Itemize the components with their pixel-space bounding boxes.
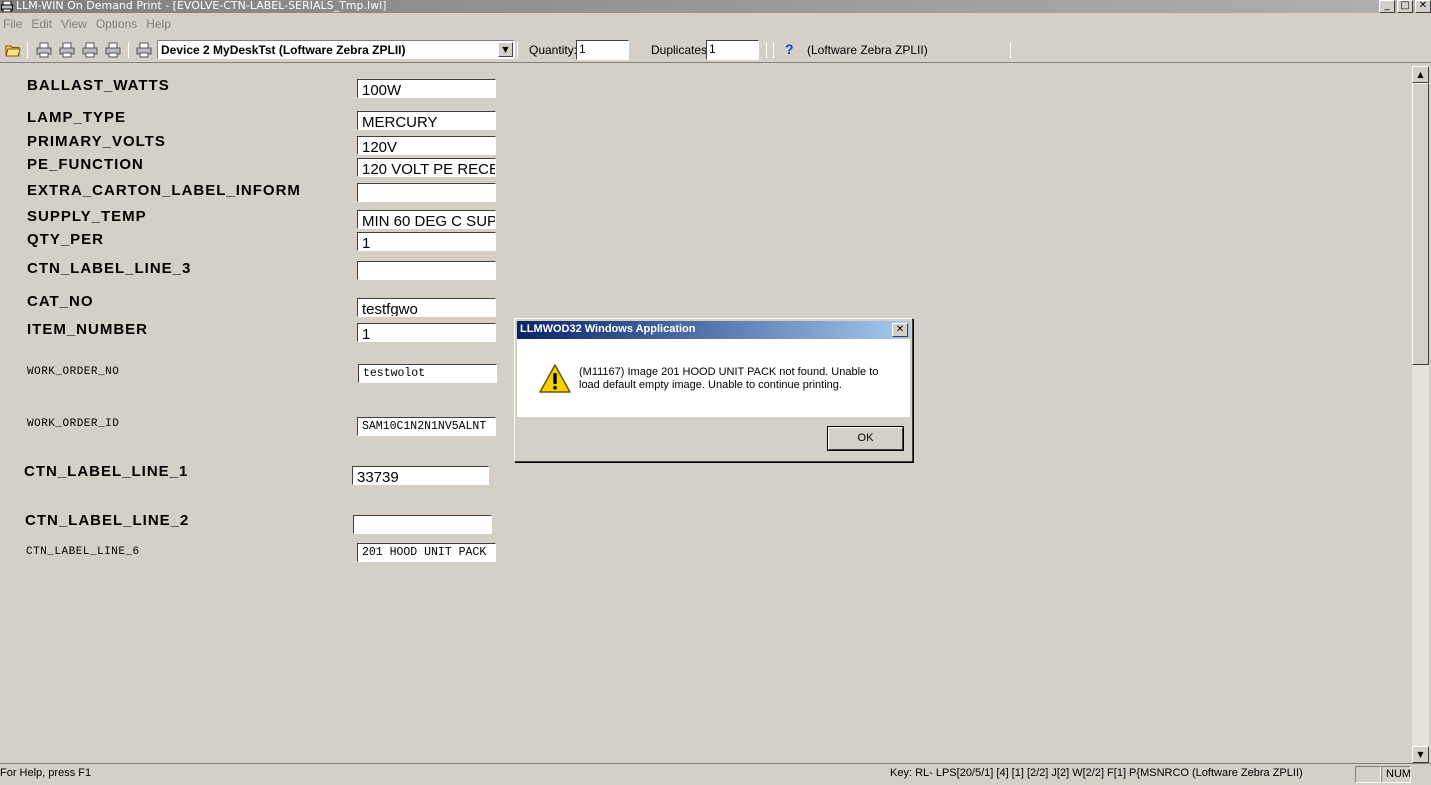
app-printer-icon [1,1,13,12]
field-input-ballast-watts[interactable]: 100W [357,79,496,98]
menu-edit[interactable]: Edit [28,17,58,31]
print-preview-icon[interactable] [105,42,121,58]
chevron-down-icon[interactable]: ▼ [498,42,513,57]
printer-info: (Loftware Zebra ZPLII) [807,43,928,57]
print-queue-icon[interactable] [82,42,98,58]
close-button[interactable]: ✕ [1415,0,1431,13]
device-dropdown[interactable]: Device 2 MyDeskTst (Loftware Zebra ZPLII… [157,40,515,59]
dialog-body: (M11167) Image 201 HOOD UNIT PACK not fo… [517,339,910,417]
field-input-item-number[interactable]: 1 [357,323,496,342]
menu-bar: File Edit View Options Help [0,14,1431,34]
printer-setup-icon[interactable] [136,42,152,58]
dialog-title: LLMWOD32 Windows Application [520,323,696,335]
field-input-lamp-type[interactable]: MERCURY [357,111,496,130]
field-label-cat-no: CAT_NO [27,293,94,310]
toolbar-separator [27,42,28,58]
field-input-work-order-id[interactable]: SAM10C1N2N1NV5ALNT [357,417,496,436]
field-input-ctn-label-line-6[interactable]: 201 HOOD UNIT PACK [357,543,496,562]
menu-options[interactable]: Options [93,17,143,31]
field-label-work-order-id: WORK_ORDER_ID [27,418,120,430]
quantity-input[interactable]: 1 [576,40,629,60]
device-dropdown-value: Device 2 MyDeskTst (Loftware Zebra ZPLII… [161,43,406,57]
vertical-scrollbar[interactable]: ▲ ▼ [1412,66,1429,763]
scrollbar-thumb[interactable] [1412,83,1429,365]
menu-file[interactable]: File [0,17,28,31]
field-label-extra-carton-label-inform: EXTRA_CARTON_LABEL_INFORM [27,182,301,199]
status-key-text: Key: RL- LPS[20/5/1] [4] [1] [2/2] J[2] … [890,767,1303,779]
open-folder-icon[interactable] [5,42,21,58]
field-input-extra-carton-label-inform[interactable] [357,183,496,202]
toolbar-separator [773,42,774,58]
field-input-ctn-label-line-3[interactable] [357,261,496,280]
minimize-button[interactable]: _ [1379,0,1395,13]
toolbar-separator [766,42,767,58]
menu-view[interactable]: View [58,17,93,31]
status-pane-caps [1355,766,1381,783]
field-input-ctn-label-line-2[interactable] [353,515,492,534]
field-input-primary-volts[interactable]: 120V [357,136,496,155]
field-input-pe-function[interactable]: 120 VOLT PE RECEPTACLE [357,158,496,177]
warning-icon [539,364,571,393]
app-window: LLM-WIN On Demand Print - [EVOLVE-CTN-LA… [0,0,1431,785]
field-label-item-number: ITEM_NUMBER [27,321,149,338]
field-input-ctn-label-line-1[interactable]: 33739 [352,466,489,485]
help-icon[interactable]: ? [785,41,794,57]
maximize-button[interactable]: □ [1397,0,1413,13]
field-label-ctn-label-line-1: CTN_LABEL_LINE_1 [24,463,189,480]
window-title: LLM-WIN On Demand Print - [EVOLVE-CTN-LA… [16,0,387,12]
status-num-indicator: NUM [1381,766,1411,783]
window-controls: _ □ ✕ [1379,0,1431,13]
print-batch-icon[interactable] [59,42,75,58]
field-label-ctn-label-line-2: CTN_LABEL_LINE_2 [25,512,190,529]
error-dialog: LLMWOD32 Windows Application ✕ (M11167) … [514,318,913,462]
field-input-qty-per[interactable]: 1 [357,232,496,251]
dialog-close-button[interactable]: ✕ [892,323,908,337]
field-input-cat-no[interactable]: testfgwo [357,298,496,317]
field-label-primary-volts: PRIMARY_VOLTS [27,133,166,150]
field-label-lamp-type: LAMP_TYPE [27,109,127,126]
field-input-work-order-no[interactable]: testwolot [358,364,497,383]
quantity-label: Quantity: [529,43,578,57]
duplicates-input[interactable]: 1 [706,40,759,60]
toolbar-separator [128,42,129,58]
title-bar: LLM-WIN On Demand Print - [EVOLVE-CTN-LA… [0,0,1431,13]
duplicates-label: Duplicates: [651,43,711,57]
field-input-supply-temp[interactable]: MIN 60 DEG C SUPPLY [357,210,496,229]
dialog-title-bar: LLMWOD32 Windows Application ✕ [517,321,910,339]
status-help-text: For Help, press F1 [0,767,92,779]
field-label-supply-temp: SUPPLY_TEMP [27,208,147,225]
field-label-qty-per: QTY_PER [27,231,105,248]
field-label-ballast-watts: BALLAST_WATTS [27,77,170,94]
dialog-message: (M11167) Image 201 HOOD UNIT PACK not fo… [579,366,879,391]
menu-help[interactable]: Help [143,17,177,31]
toolbar-separator [1010,42,1011,58]
status-bar: For Help, press F1 Key: RL- LPS[20/5/1] … [0,763,1431,785]
scroll-up-icon[interactable]: ▲ [1412,66,1429,83]
toolbar-separator [517,42,518,58]
field-label-work-order-no: WORK_ORDER_NO [27,366,120,378]
scroll-down-icon[interactable]: ▼ [1412,746,1429,763]
ok-button[interactable]: OK [827,426,904,451]
field-label-ctn-label-line-3: CTN_LABEL_LINE_3 [27,260,192,277]
print-icon[interactable] [36,42,52,58]
toolbar: Device 2 MyDeskTst (Loftware Zebra ZPLII… [0,37,1431,63]
field-label-pe-function: PE_FUNCTION [27,156,144,173]
field-label-ctn-label-line-6: CTN_LABEL_LINE_6 [26,546,140,558]
